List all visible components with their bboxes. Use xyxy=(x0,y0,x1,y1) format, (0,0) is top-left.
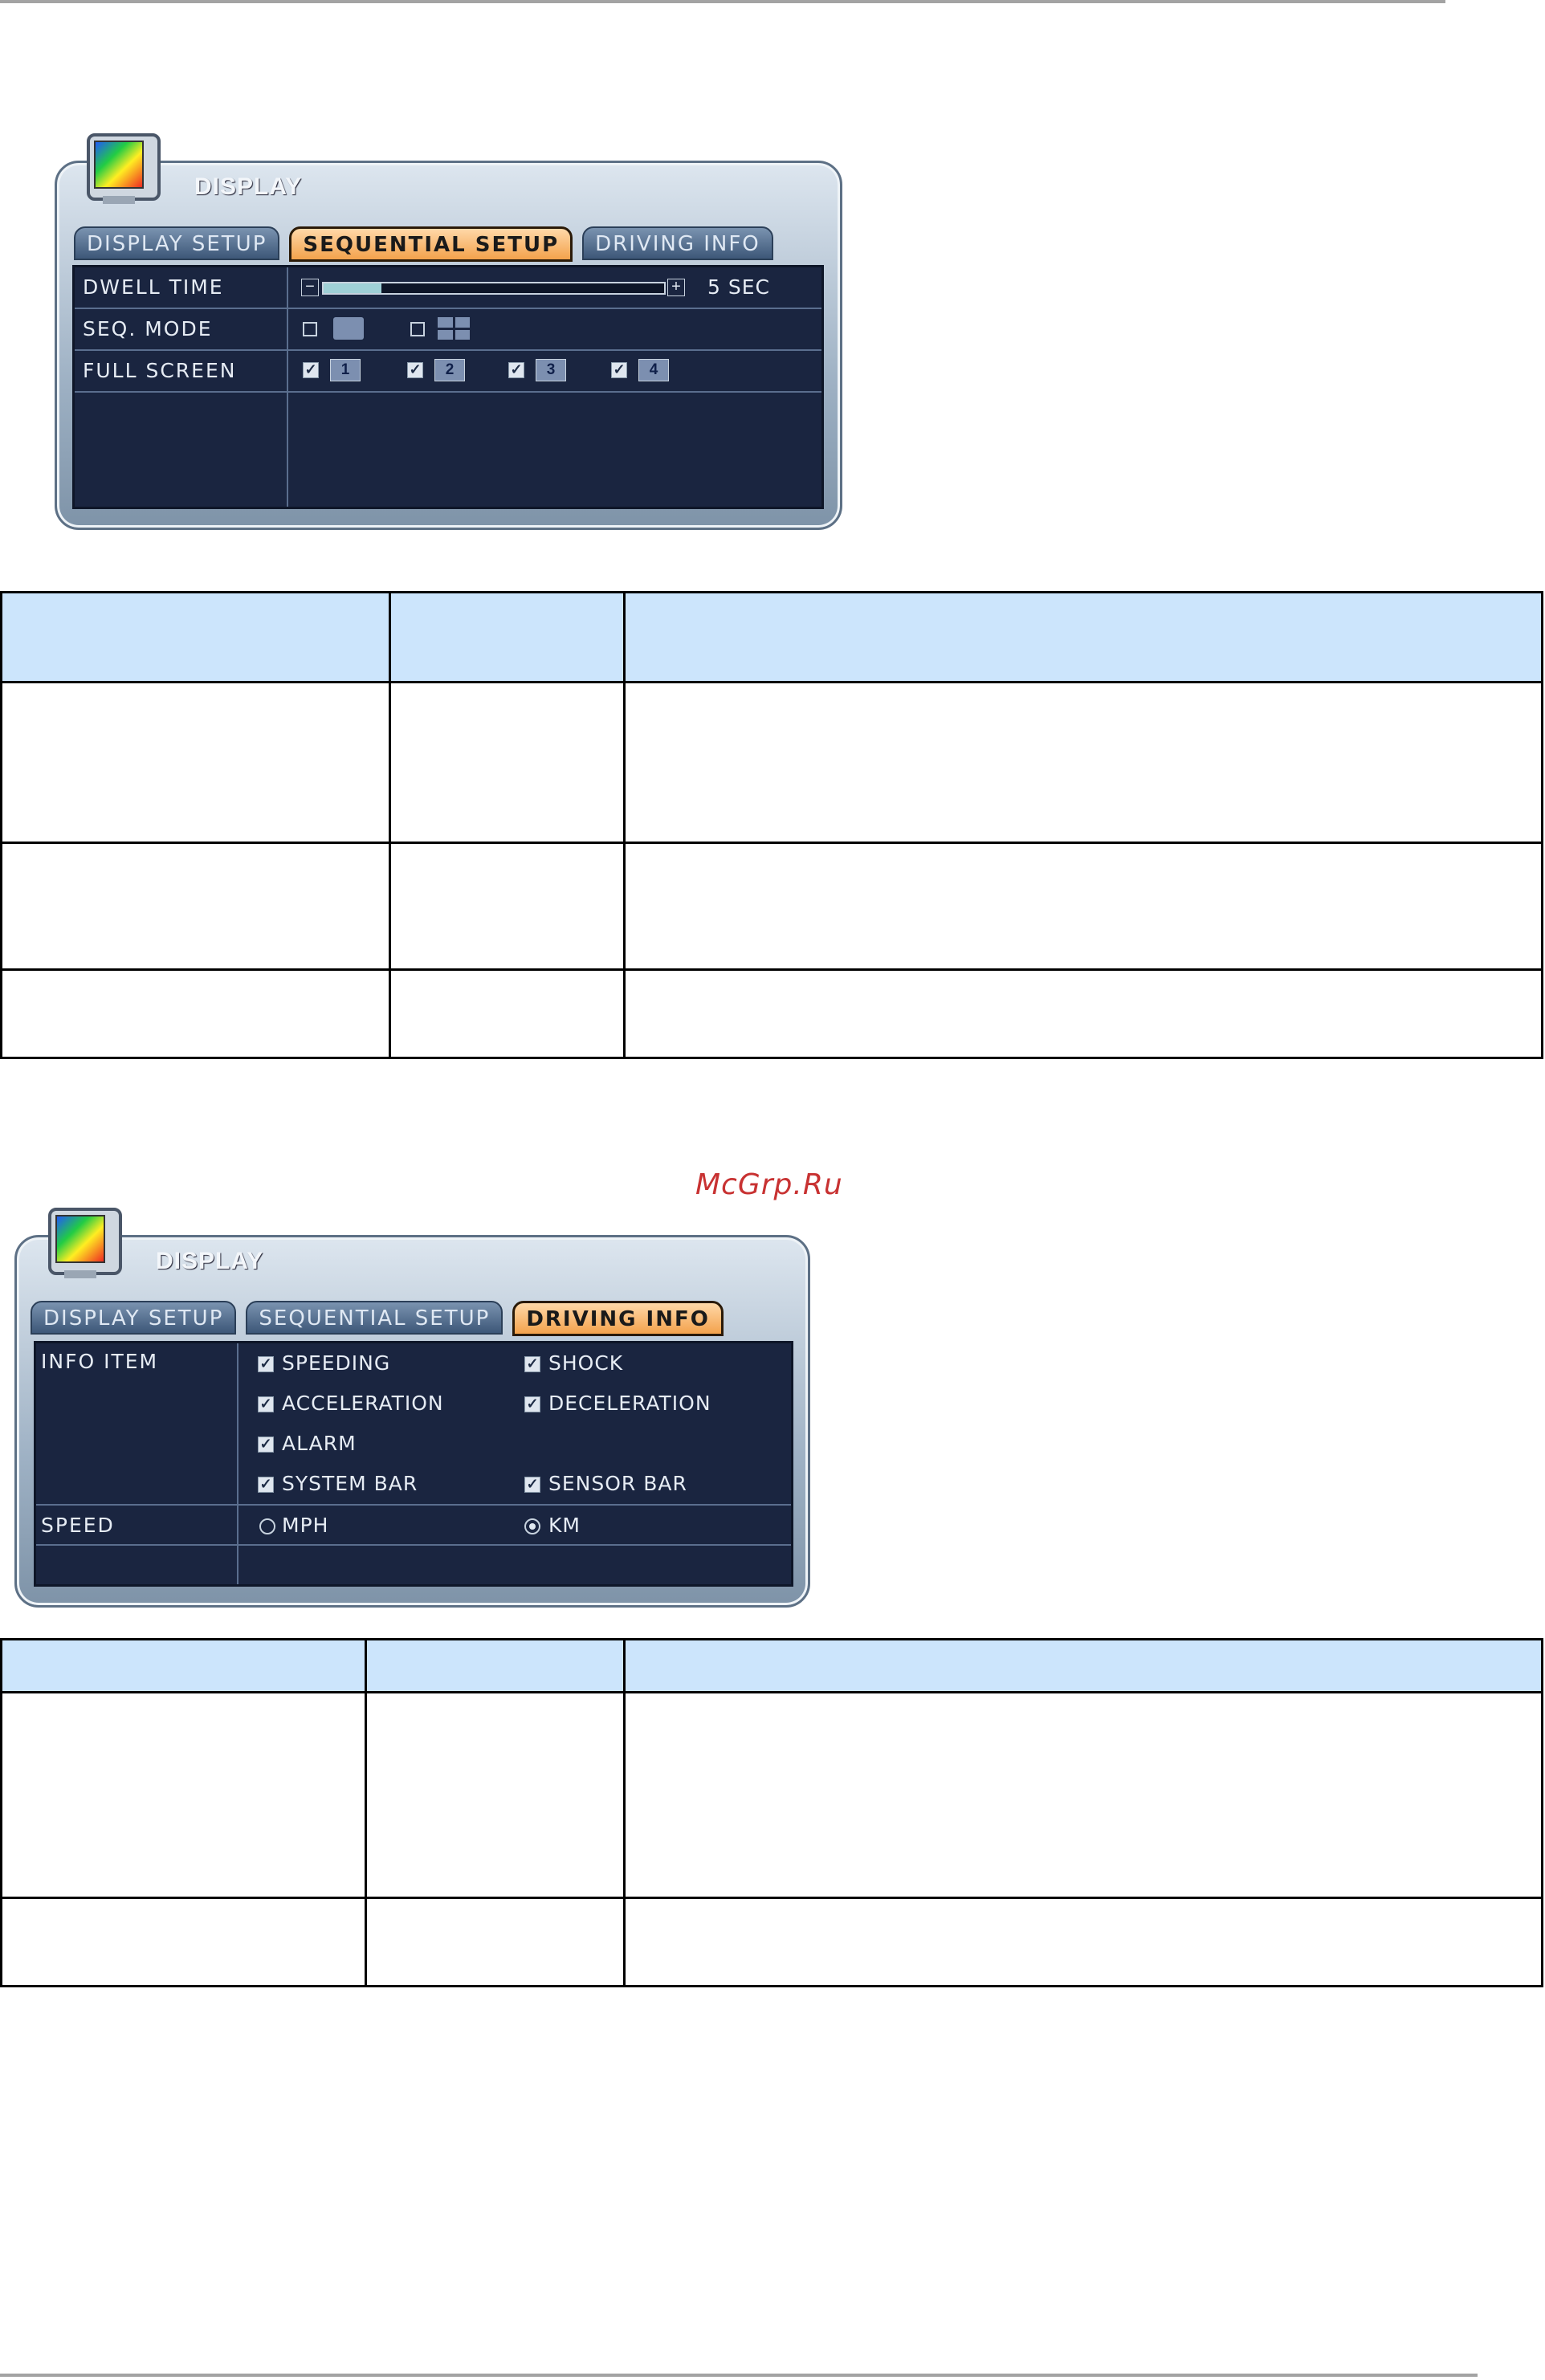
minus-icon[interactable]: − xyxy=(301,279,319,296)
slider-fill xyxy=(324,283,382,293)
seq-mode-single-checkbox[interactable] xyxy=(303,322,317,336)
seq-mode-quad-checkbox[interactable] xyxy=(410,322,425,336)
watermark: McGrp.Ru xyxy=(695,1168,843,1201)
monitor-icon xyxy=(48,1208,122,1278)
display-title: DISPLAY xyxy=(194,173,303,200)
channel-3-badge: 3 xyxy=(536,359,566,381)
driving-info-table xyxy=(0,1638,1543,1987)
table-header-row xyxy=(0,1638,1543,1693)
channel-2-checkbox[interactable]: ✓ xyxy=(407,362,423,378)
system-bar-checkbox[interactable]: ✓ xyxy=(258,1477,274,1493)
single-view-icon xyxy=(333,317,364,340)
table-header-row xyxy=(0,591,1543,683)
tab-driving-info[interactable]: DRIVING INFO xyxy=(582,226,773,260)
dvr-display-screen-driving: DISPLAY DISPLAY SETUP SEQUENTIAL SETUP D… xyxy=(11,1203,814,1612)
speeding-checkbox[interactable]: ✓ xyxy=(258,1356,274,1372)
sensor-bar-checkbox[interactable]: ✓ xyxy=(524,1477,540,1493)
slider-track xyxy=(322,282,666,295)
sequential-setup-table xyxy=(0,591,1543,1059)
tab-bar: DISPLAY SETUP SEQUENTIAL SETUP DRIVING I… xyxy=(31,1301,724,1336)
seq-mode-label: SEQ. MODE xyxy=(83,317,213,340)
channel-4-checkbox[interactable]: ✓ xyxy=(611,362,627,378)
dvr-display-screen-sequential: DISPLAY DISPLAY SETUP SEQUENTIAL SETUP D… xyxy=(50,128,845,530)
sensor-bar-label: SENSOR BAR xyxy=(548,1472,687,1495)
dwell-time-slider[interactable]: − + xyxy=(301,279,685,296)
settings-panel: INFO ITEM ✓ SPEEDING ✓ SHOCK ✓ ACCELERAT… xyxy=(34,1341,793,1587)
top-rule xyxy=(0,0,1445,3)
quad-view-icon xyxy=(438,317,470,340)
speeding-label: SPEEDING xyxy=(282,1351,391,1375)
monitor-icon xyxy=(87,133,161,204)
channel-1-badge: 1 xyxy=(330,359,361,381)
table-row xyxy=(0,968,1543,1059)
deceleration-label: DECELERATION xyxy=(548,1392,711,1415)
channel-3-checkbox[interactable]: ✓ xyxy=(508,362,524,378)
bottom-rule xyxy=(0,2374,1478,2377)
tab-driving-info[interactable]: DRIVING INFO xyxy=(512,1301,724,1336)
alarm-label: ALARM xyxy=(282,1432,357,1455)
alarm-checkbox[interactable]: ✓ xyxy=(258,1437,274,1453)
plus-icon[interactable]: + xyxy=(667,279,685,296)
full-screen-label: FULL SCREEN xyxy=(83,359,237,382)
tab-sequential-setup[interactable]: SEQUENTIAL SETUP xyxy=(246,1301,503,1335)
tab-display-setup[interactable]: DISPLAY SETUP xyxy=(74,226,280,260)
km-radio[interactable] xyxy=(524,1518,540,1534)
system-bar-label: SYSTEM BAR xyxy=(282,1472,418,1495)
speed-label: SPEED xyxy=(41,1514,115,1537)
display-title: DISPLAY xyxy=(156,1248,264,1274)
shock-checkbox[interactable]: ✓ xyxy=(524,1356,540,1372)
dwell-time-value: 5 SEC xyxy=(707,275,770,299)
mph-label: MPH xyxy=(282,1514,329,1537)
km-label: KM xyxy=(548,1514,581,1537)
table-row xyxy=(0,681,1543,844)
tab-display-setup[interactable]: DISPLAY SETUP xyxy=(31,1301,237,1335)
shock-label: SHOCK xyxy=(548,1351,624,1375)
tab-bar: DISPLAY SETUP SEQUENTIAL SETUP DRIVING I… xyxy=(74,226,773,262)
table-row xyxy=(0,842,1543,971)
settings-panel: DWELL TIME − + 5 SEC SEQ. MODE FULL SCRE… xyxy=(72,265,824,509)
info-item-label: INFO ITEM xyxy=(41,1350,159,1373)
acceleration-checkbox[interactable]: ✓ xyxy=(258,1396,274,1412)
mph-radio[interactable] xyxy=(259,1518,275,1534)
tab-sequential-setup[interactable]: SEQUENTIAL SETUP xyxy=(289,226,573,262)
table-row xyxy=(0,1691,1543,1899)
acceleration-label: ACCELERATION xyxy=(282,1392,444,1415)
table-row xyxy=(0,1897,1543,1987)
deceleration-checkbox[interactable]: ✓ xyxy=(524,1396,540,1412)
channel-1-checkbox[interactable]: ✓ xyxy=(303,362,319,378)
channel-2-badge: 2 xyxy=(434,359,465,381)
dwell-time-label: DWELL TIME xyxy=(83,275,224,299)
channel-4-badge: 4 xyxy=(638,359,669,381)
